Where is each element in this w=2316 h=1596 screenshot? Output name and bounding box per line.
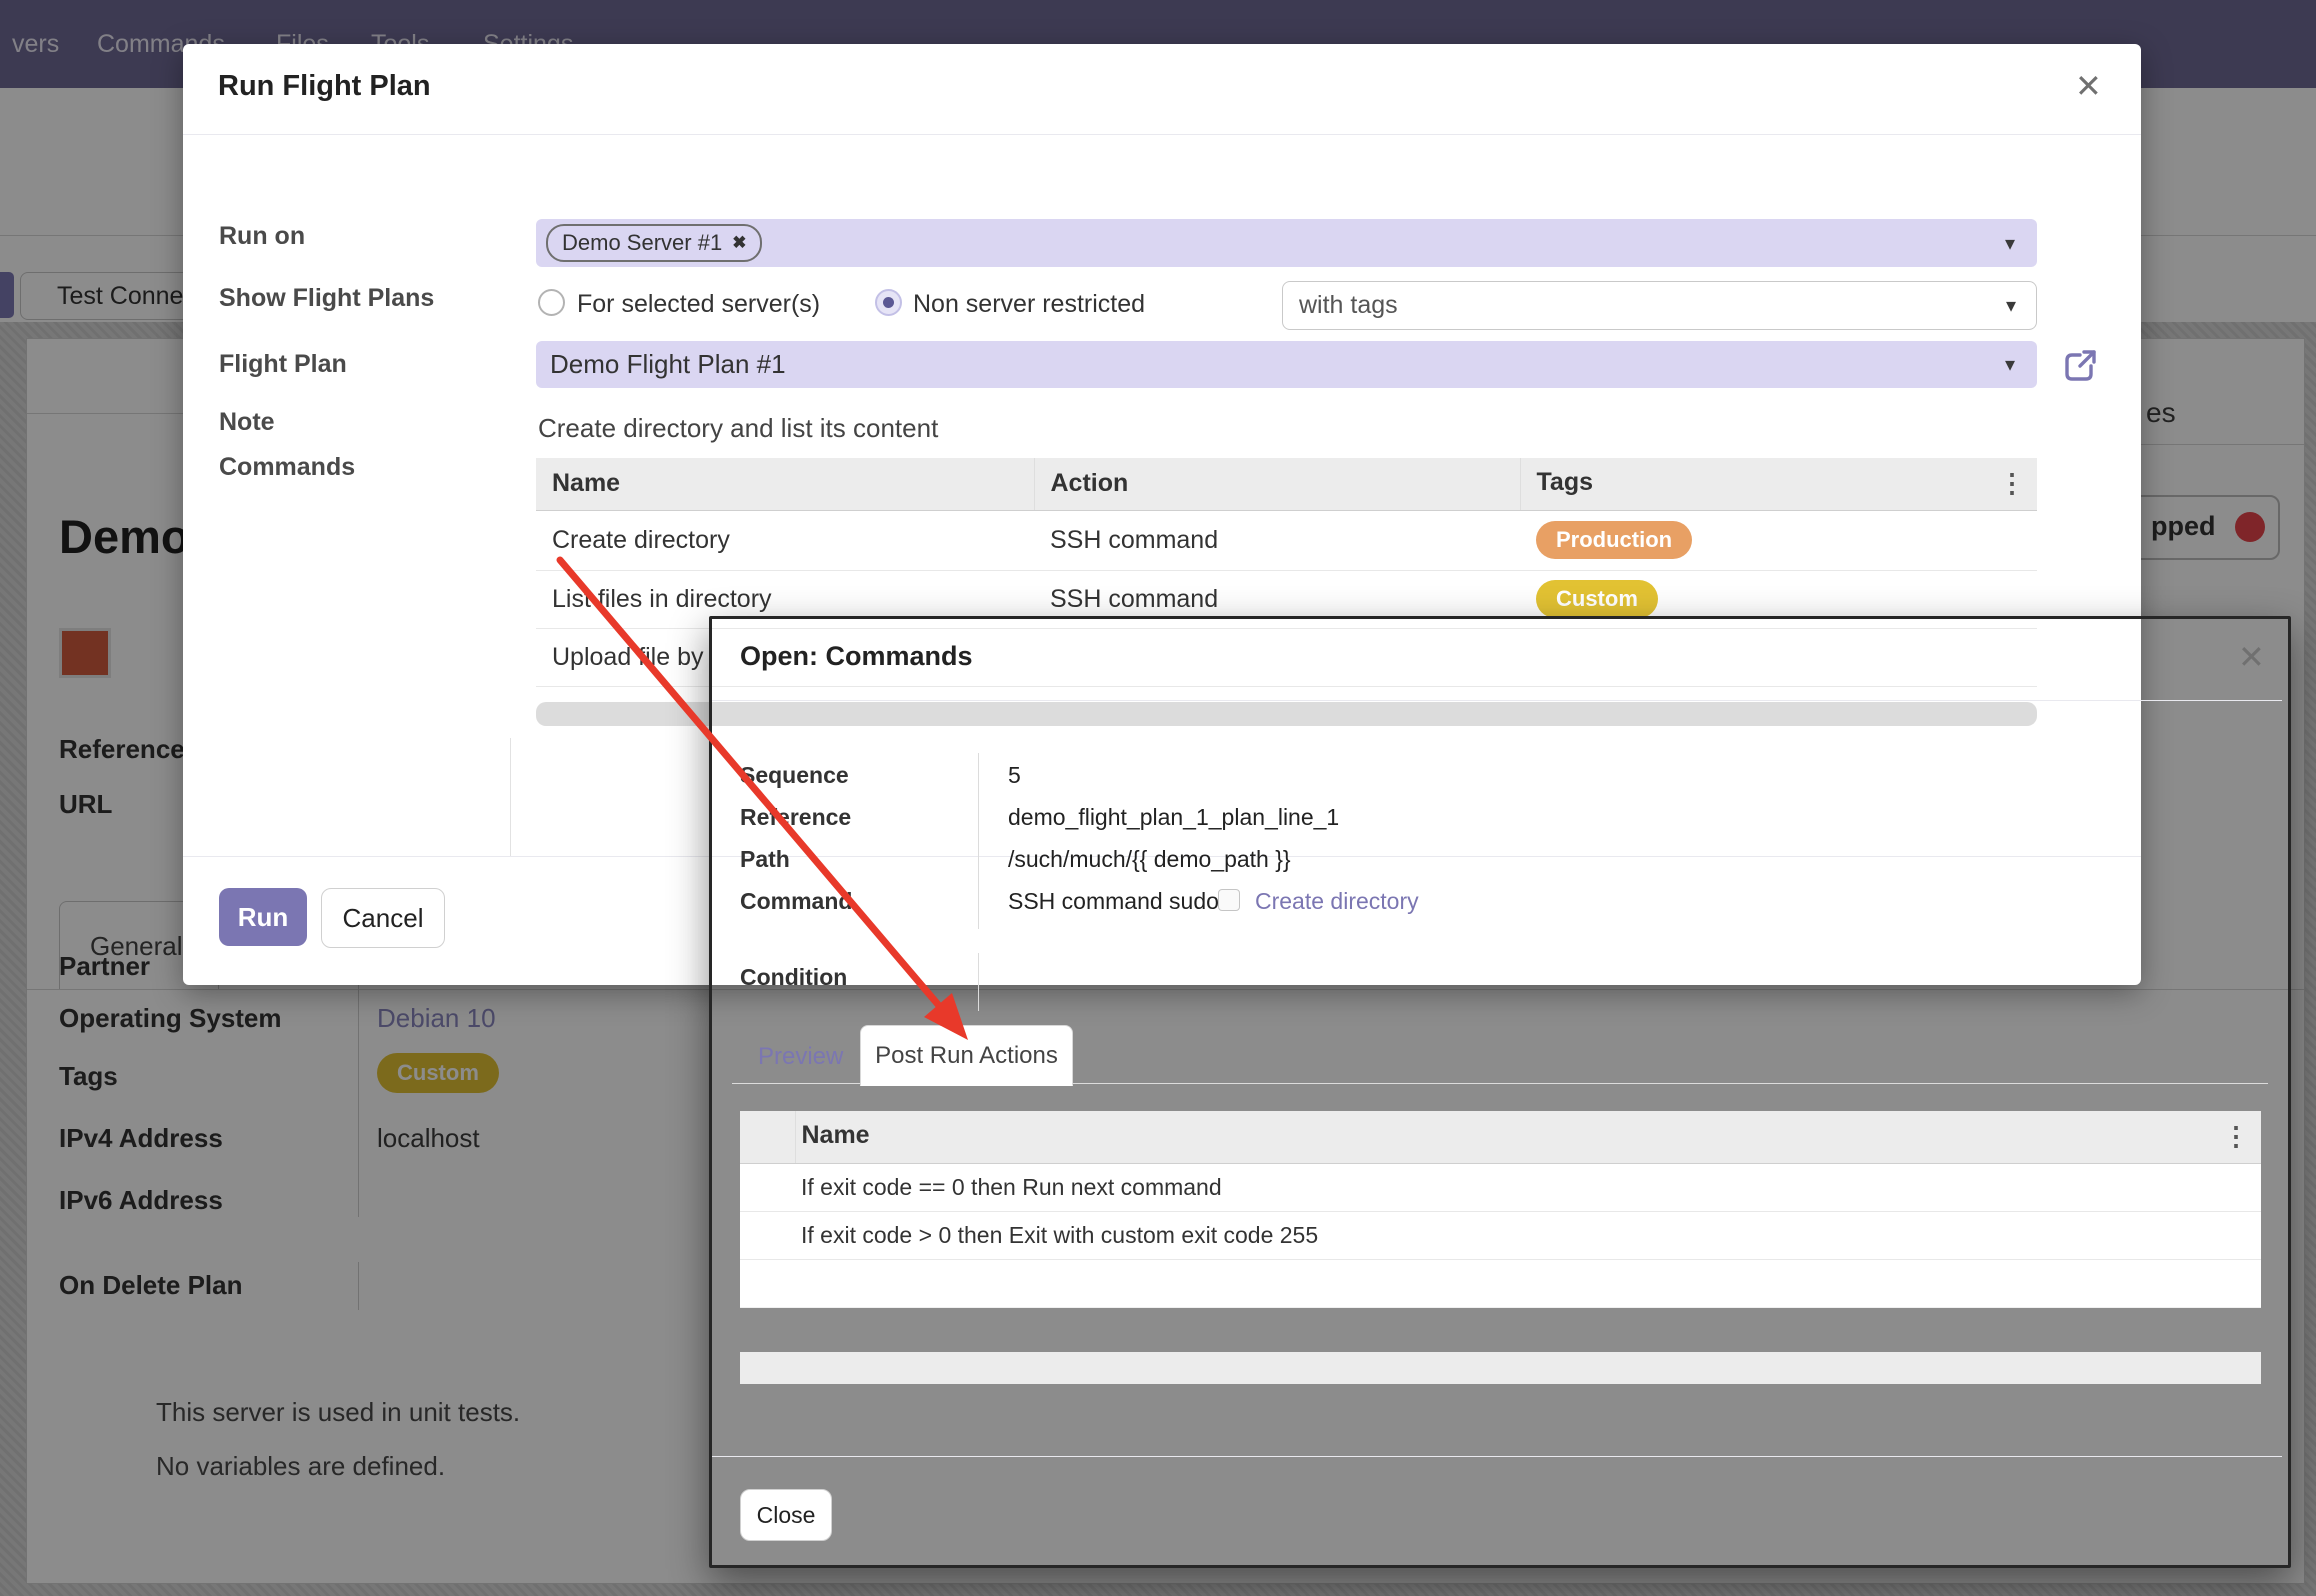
column-header-tags-text: Tags <box>1537 468 1594 496</box>
selection-column-header[interactable] <box>740 1111 795 1163</box>
sequence-label: Sequence <box>740 762 849 789</box>
server-tag-remove-icon[interactable]: ✖ <box>732 233 746 253</box>
external-link-icon[interactable] <box>2060 346 2100 386</box>
condition-separator <box>978 953 979 1011</box>
commands-modal-header-divider <box>712 700 2282 701</box>
close-button[interactable]: Close <box>740 1489 832 1541</box>
command-value: SSH command sudo <box>1008 888 1219 915</box>
table-options-icon[interactable]: ⋮ <box>1999 468 2025 499</box>
server-tag: Demo Server #1 ✖ <box>546 224 762 262</box>
sequence-value: 5 <box>1008 762 1021 789</box>
run-modal-header-divider <box>183 134 2141 135</box>
table-row-empty <box>740 1259 2261 1307</box>
column-header-name-text: Name <box>802 1121 870 1149</box>
cell-name: Create directory <box>536 510 1034 570</box>
commands-modal-title: Open: Commands <box>740 641 973 672</box>
reference-value: demo_flight_plan_1_plan_line_1 <box>1008 804 1339 831</box>
cancel-button[interactable]: Cancel <box>321 888 445 948</box>
commands-modal-footer-divider <box>712 1456 2282 1457</box>
column-header-name[interactable]: Name <box>536 458 1034 510</box>
reference-label: Reference <box>740 804 851 831</box>
tab-post-run-actions[interactable]: Post Run Actions <box>860 1025 1073 1086</box>
table-row[interactable]: Create directory SSH command Production <box>536 510 2037 570</box>
commands-modal-close-icon[interactable]: ✕ <box>2238 641 2265 673</box>
with-tags-value: with tags <box>1299 291 1398 320</box>
cell-tags: Production <box>1520 510 2037 570</box>
radio-non-server-restricted-label[interactable]: Non server restricted <box>913 290 1145 319</box>
column-header-tags[interactable]: Tags ⋮ <box>1520 458 2037 510</box>
with-tags-select[interactable]: with tags ▾ <box>1282 281 2037 330</box>
column-header-name[interactable]: Name ⋮ <box>795 1111 2261 1163</box>
radio-non-server-restricted[interactable] <box>875 289 902 316</box>
table-options-icon[interactable]: ⋮ <box>2223 1121 2249 1152</box>
open-commands-modal: Open: Commands ✕ Sequence Reference Path… <box>709 616 2291 1568</box>
tag-badge-production: Production <box>1536 521 1692 559</box>
radio-for-selected-servers[interactable] <box>538 289 565 316</box>
command-label: Command <box>740 888 852 915</box>
radio-for-selected-servers-label[interactable]: For selected server(s) <box>577 290 820 319</box>
flight-plan-value: Demo Flight Plan #1 <box>550 349 786 380</box>
run-button[interactable]: Run <box>219 888 307 946</box>
condition-label: Condition <box>740 964 847 991</box>
command-link[interactable]: Create directory <box>1255 888 1419 915</box>
label-value-separator <box>978 753 979 929</box>
run-on-label: Run on <box>219 222 305 251</box>
tab-preview[interactable]: Preview <box>758 1043 843 1071</box>
chevron-down-icon[interactable]: ▾ <box>2005 231 2015 256</box>
run-on-multiselect[interactable]: Demo Server #1 ✖ ▾ <box>536 219 2037 267</box>
server-tag-label: Demo Server #1 <box>562 230 722 256</box>
flight-plan-label: Flight Plan <box>219 350 347 379</box>
table-footer-strip <box>740 1352 2261 1384</box>
command-checkbox[interactable] <box>1218 889 1240 911</box>
note-label: Note <box>219 408 275 437</box>
flight-plan-select[interactable]: Demo Flight Plan #1 ▾ <box>536 341 2037 388</box>
show-flight-plans-label: Show Flight Plans <box>219 284 434 313</box>
commands-label: Commands <box>219 453 355 482</box>
screen: vers Commands Files Tools Settings Test … <box>0 0 2316 1596</box>
cell-action-name: If exit code == 0 then Run next command <box>795 1163 2261 1211</box>
cell-action-name: If exit code > 0 then Exit with custom e… <box>795 1211 2261 1259</box>
tag-badge-custom: Custom <box>1536 580 1658 618</box>
run-modal-close-icon[interactable]: ✕ <box>2075 70 2102 102</box>
path-value: /such/much/{{ demo_path }} <box>1008 846 1291 873</box>
table-row[interactable]: If exit code == 0 then Run next command <box>740 1163 2261 1211</box>
run-modal-title: Run Flight Plan <box>218 70 431 103</box>
cell-action: SSH command <box>1034 510 1520 570</box>
chevron-down-icon: ▾ <box>2006 293 2016 318</box>
chevron-down-icon: ▾ <box>2005 352 2015 377</box>
post-run-actions-table: Name ⋮ If exit code == 0 then Run next c… <box>740 1111 2261 1308</box>
form-separator-line <box>510 738 511 856</box>
table-row[interactable]: If exit code > 0 then Exit with custom e… <box>740 1211 2261 1259</box>
column-header-action[interactable]: Action <box>1034 458 1520 510</box>
flight-plan-description: Create directory and list its content <box>538 413 938 444</box>
path-label: Path <box>740 846 790 873</box>
